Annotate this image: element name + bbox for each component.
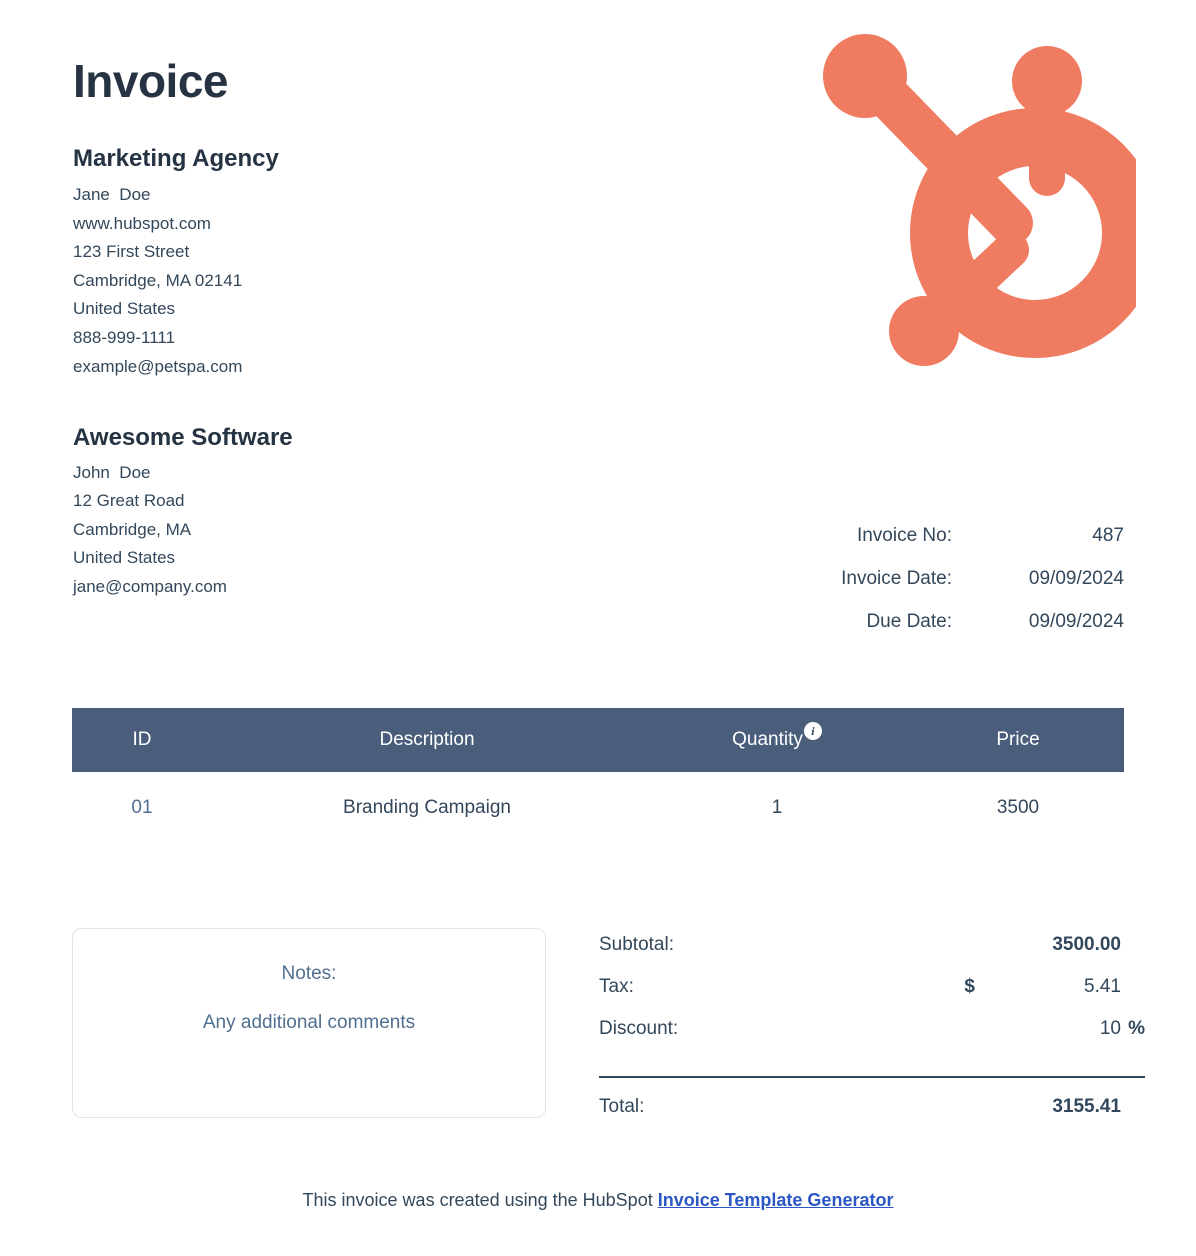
meta-row-due-date: Due Date: 09/09/2024 [704, 600, 1124, 643]
meta-value: 09/09/2024 [1028, 568, 1124, 589]
notes-label: Notes: [281, 963, 337, 984]
totals-row-subtotal: Subtotal: 3500.00 [599, 934, 1145, 976]
meta-value: 09/09/2024 [1028, 611, 1124, 632]
totals-value-tax: 5.41 [1084, 976, 1121, 997]
recipient-line: 12 Great Road [73, 491, 185, 511]
invoice-meta: Invoice No: 487 Invoice Date: 09/09/2024… [704, 514, 1124, 643]
meta-label: Due Date: [866, 611, 952, 632]
totals-section: Subtotal: 3500.00 Tax: $ 5.41 Discount: … [599, 934, 1145, 1130]
totals-label-discount: Discount: [599, 1018, 679, 1039]
meta-label: Invoice Date: [841, 568, 952, 589]
totals-label-total: Total: [599, 1096, 645, 1117]
column-header-quantity-label: Quantity [732, 729, 803, 750]
totals-value-discount: 10 [1099, 1018, 1121, 1039]
totals-row-total: Total: 3155.41 [599, 1078, 1145, 1130]
totals-value-subtotal: 3500.00 [1052, 934, 1121, 955]
recipient-company: Awesome Software [73, 424, 293, 452]
info-icon[interactable]: i [803, 722, 822, 740]
totals-symbol-tax: $ [964, 976, 975, 997]
table-header-row: ID Description Quantity i Price [72, 708, 1124, 772]
notes-text: Any additional comments [202, 1011, 416, 1033]
totals-value-total: 3155.41 [1052, 1096, 1121, 1117]
cell-id: 01 [131, 797, 153, 818]
meta-row-invoice-no: Invoice No: 487 [704, 514, 1124, 557]
column-header-price: Price [996, 729, 1040, 750]
invoice-page: Invoice Marketing Agency Jane Doe www.hu… [0, 0, 1196, 1256]
line-items-table: ID Description Quantity i Price 01 Brand… [72, 708, 1124, 844]
table-row: 01 Branding Campaign 1 3500 [72, 772, 1124, 844]
invoice-template-generator-link[interactable]: Invoice Template Generator [658, 1190, 894, 1210]
recipient-line: John Doe [73, 462, 151, 482]
hubspot-sprocket-logo-icon [806, 28, 1136, 368]
totals-label-tax: Tax: [599, 976, 634, 997]
column-header-id: ID [132, 729, 152, 750]
column-header-description: Description [379, 729, 475, 750]
totals-suffix-discount: % [1128, 1018, 1145, 1039]
cell-description: Branding Campaign [343, 797, 511, 818]
meta-value: 487 [1092, 525, 1124, 546]
totals-row-discount: Discount: 10 % [599, 1018, 1145, 1060]
footer: This invoice was created using the HubSp… [0, 1190, 1196, 1211]
notes-box[interactable]: Notes: Any additional comments [72, 928, 546, 1118]
totals-row-tax: Tax: $ 5.41 [599, 976, 1145, 1018]
column-header-quantity: Quantity i [642, 722, 912, 751]
footer-text: This invoice was created using the HubSp… [302, 1190, 658, 1210]
cell-quantity: 1 [771, 797, 783, 818]
cell-price: 3500 [996, 797, 1040, 818]
meta-row-invoice-date: Invoice Date: 09/09/2024 [704, 557, 1124, 600]
totals-label-subtotal: Subtotal: [599, 934, 674, 955]
meta-label: Invoice No: [856, 525, 952, 546]
